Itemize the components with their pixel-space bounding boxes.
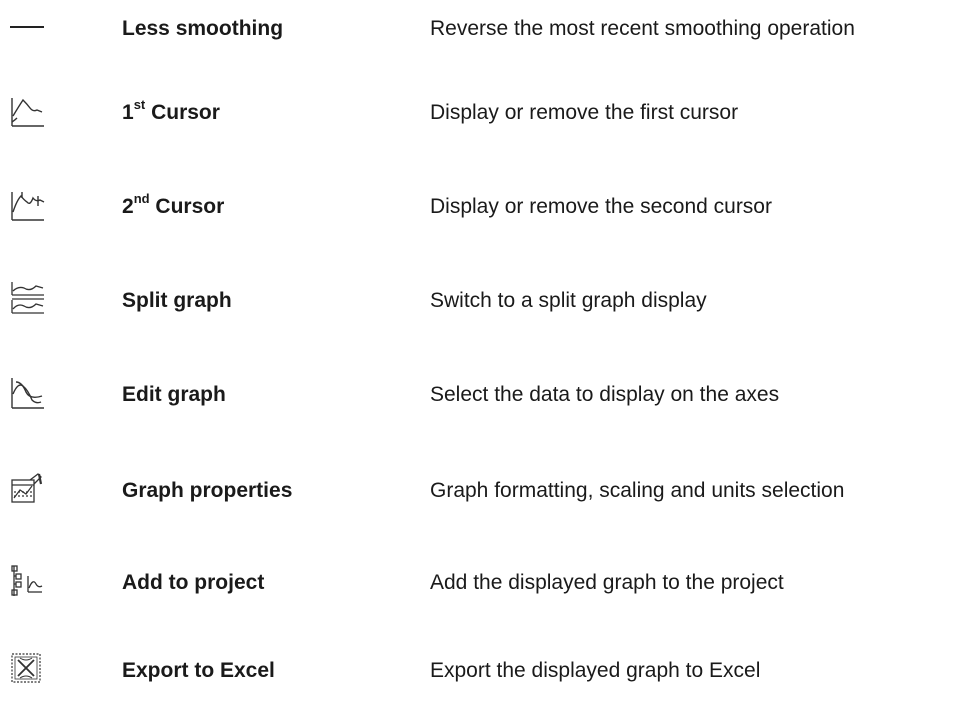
add-to-project-icon[interactable] (8, 562, 48, 602)
export-to-excel-icon[interactable] (8, 650, 48, 690)
toolbar-row-first-cursor: 1st Cursor Display or remove the first c… (0, 92, 958, 152)
toolbar-row-less-smoothing: Less smoothing Reverse the most recent s… (0, 8, 958, 68)
export-to-excel-description: Export the displayed graph to Excel (430, 659, 761, 682)
second-cursor-description: Display or remove the second cursor (430, 195, 772, 218)
edit-graph-icon[interactable] (8, 374, 48, 414)
toolbar-row-edit-graph: Edit graph Select the data to display on… (0, 374, 958, 434)
first-cursor-label: 1st Cursor (122, 97, 220, 124)
first-cursor-description: Display or remove the first cursor (430, 101, 739, 124)
second-cursor-icon[interactable] (8, 186, 48, 226)
export-to-excel-label: Export to Excel (122, 659, 275, 682)
toolbar-row-split-graph: Split graph Switch to a split graph disp… (0, 280, 958, 340)
add-to-project-label: Add to project (122, 571, 265, 594)
toolbar-row-add-to-project: Add to project Add the displayed graph t… (0, 562, 958, 622)
split-graph-icon[interactable] (8, 280, 48, 320)
second-cursor-label: 2nd Cursor (122, 191, 225, 218)
less-smoothing-description: Reverse the most recent smoothing operat… (430, 17, 855, 40)
edit-graph-description: Select the data to display on the axes (430, 383, 780, 406)
split-graph-label: Split graph (122, 289, 232, 312)
split-graph-description: Switch to a split graph display (430, 289, 707, 312)
graph-properties-icon[interactable] (8, 470, 48, 510)
edit-graph-label: Edit graph (122, 383, 226, 406)
first-cursor-icon[interactable] (8, 92, 48, 132)
add-to-project-description: Add the displayed graph to the project (430, 571, 784, 594)
toolbar-row-graph-properties: Graph properties Graph formatting, scali… (0, 470, 958, 530)
graph-properties-label: Graph properties (122, 479, 293, 502)
less-smoothing-icon[interactable] (8, 8, 48, 48)
graph-properties-description: Graph formatting, scaling and units sele… (430, 479, 845, 502)
less-smoothing-label: Less smoothing (122, 17, 284, 40)
toolbar-row-second-cursor: 2nd Cursor Display or remove the second … (0, 186, 958, 246)
toolbar-row-export-to-excel: Export to Excel Export the displayed gra… (0, 650, 958, 710)
